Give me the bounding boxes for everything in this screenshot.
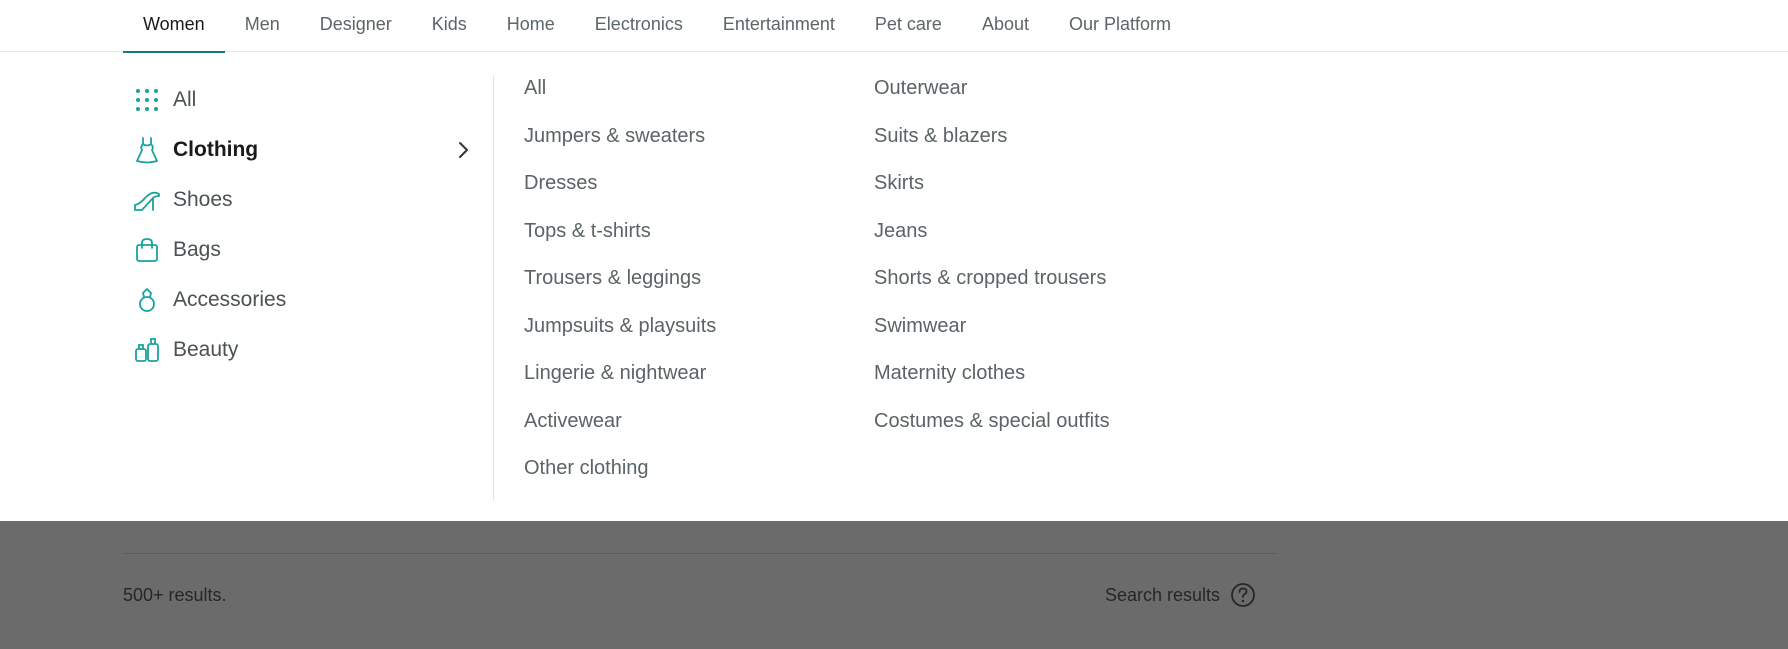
category-item-shoes[interactable]: Shoes <box>123 175 475 225</box>
help-icon[interactable] <box>1230 582 1256 608</box>
subcategory-column-1: All Jumpers & sweaters Dresses Tops & t-… <box>524 73 716 501</box>
tab-about[interactable]: About <box>962 0 1049 52</box>
grid-icon <box>133 86 161 114</box>
subcategory-link[interactable]: Shorts & cropped trousers <box>874 263 1110 311</box>
subcategory-link[interactable]: Jumpers & sweaters <box>524 121 716 169</box>
subcategory-column-2: Outerwear Suits & blazers Skirts Jeans S… <box>874 73 1110 453</box>
menu-divider <box>493 75 494 501</box>
top-navigation: Women Men Designer Kids Home Electronics… <box>0 0 1788 53</box>
category-item-beauty[interactable]: Beauty <box>123 325 475 375</box>
ring-icon <box>133 286 161 314</box>
subcategory-link[interactable]: Jumpsuits & playsuits <box>524 311 716 359</box>
subcategory-link[interactable]: Other clothing <box>524 453 716 501</box>
search-results-label: Search results <box>1105 585 1221 605</box>
subcategory-link[interactable]: Jeans <box>874 216 1110 264</box>
subcategory-link[interactable]: Outerwear <box>874 73 1110 121</box>
category-dropdown-menu: All Clothing Shoes Bags Accessories Beau… <box>0 53 1788 521</box>
beauty-icon <box>133 336 161 364</box>
category-label: All <box>173 88 197 111</box>
chevron-right-icon <box>459 142 468 158</box>
tab-our-platform[interactable]: Our Platform <box>1049 0 1191 52</box>
tab-entertainment[interactable]: Entertainment <box>703 0 855 52</box>
category-label: Accessories <box>173 288 287 311</box>
tab-electronics[interactable]: Electronics <box>575 0 703 52</box>
subcategory-link[interactable]: Dresses <box>524 168 716 216</box>
category-item-bags[interactable]: Bags <box>123 225 475 275</box>
tab-men[interactable]: Men <box>225 0 300 52</box>
tab-home[interactable]: Home <box>487 0 575 52</box>
results-count: 500+ results. <box>123 585 227 605</box>
heel-shoe-icon <box>133 186 161 214</box>
category-label: Bags <box>173 238 221 261</box>
subcategory-link[interactable]: Tops & t-shirts <box>524 216 716 264</box>
category-list: All Clothing Shoes Bags Accessories Beau… <box>123 75 475 375</box>
subcategory-link[interactable]: Swimwear <box>874 311 1110 359</box>
subcategory-link[interactable]: Suits & blazers <box>874 121 1110 169</box>
subcategory-link[interactable]: Trousers & leggings <box>524 263 716 311</box>
category-label: Shoes <box>173 188 233 211</box>
subcategory-link[interactable]: Skirts <box>874 168 1110 216</box>
category-item-all[interactable]: All <box>123 75 475 125</box>
page-dim-overlay[interactable]: 500+ results. Search results <box>0 521 1788 649</box>
subcategory-link[interactable]: Maternity clothes <box>874 358 1110 406</box>
results-divider <box>123 553 1277 554</box>
subcategory-link[interactable]: Costumes & special outfits <box>874 406 1110 454</box>
category-item-accessories[interactable]: Accessories <box>123 275 475 325</box>
tab-women[interactable]: Women <box>123 0 225 53</box>
tab-pet-care[interactable]: Pet care <box>855 0 962 52</box>
subcategory-link[interactable]: Lingerie & nightwear <box>524 358 716 406</box>
nav-tabs: Women Men Designer Kids Home Electronics… <box>123 0 1191 53</box>
dress-icon <box>133 136 161 164</box>
tab-designer[interactable]: Designer <box>300 0 412 52</box>
subcategory-link[interactable]: All <box>524 73 716 121</box>
bag-icon <box>133 236 161 264</box>
category-item-clothing[interactable]: Clothing <box>123 125 475 175</box>
subcategory-link[interactable]: Activewear <box>524 406 716 454</box>
tab-kids[interactable]: Kids <box>412 0 487 52</box>
category-label: Beauty <box>173 338 239 361</box>
category-label: Clothing <box>173 138 259 161</box>
